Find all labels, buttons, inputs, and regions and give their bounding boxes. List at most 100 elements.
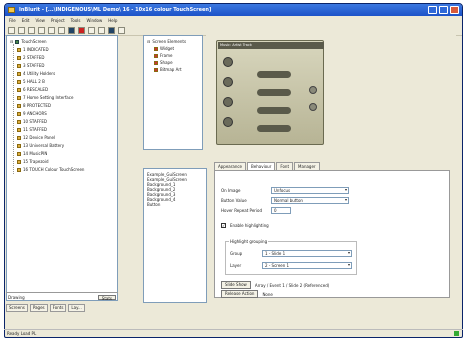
- screen-icon: [17, 103, 21, 108]
- zoom-icon[interactable]: [98, 27, 105, 34]
- layer-dropdown[interactable]: 2 - Screen 1: [262, 262, 352, 269]
- stop-icon[interactable]: [223, 97, 233, 107]
- screen-icon: [17, 87, 21, 92]
- hover-repeat-input[interactable]: 0: [271, 207, 291, 214]
- tree-item[interactable]: 8 PROTECTED: [17, 103, 51, 108]
- tree-item[interactable]: 10 STAFFED: [17, 119, 47, 124]
- record-icon[interactable]: [223, 77, 233, 87]
- layer-item[interactable]: Frame: [154, 53, 172, 58]
- tree-item[interactable]: 6 RESCALED: [17, 87, 48, 92]
- screen-icon: [17, 135, 21, 140]
- layer-item[interactable]: Bitmap Art: [154, 67, 182, 72]
- screen-icon: [17, 63, 21, 68]
- cut-icon[interactable]: [38, 27, 45, 34]
- tree-item[interactable]: 4 Utility Holders: [17, 71, 55, 76]
- maximize-button[interactable]: [439, 6, 448, 14]
- on-image-dropdown[interactable]: Unfocus: [271, 187, 349, 194]
- volume-icon[interactable]: [223, 117, 233, 127]
- menu-window[interactable]: Window: [87, 16, 103, 25]
- stop-icon[interactable]: [78, 27, 85, 34]
- frame-icon: [154, 53, 158, 58]
- tree-item[interactable]: 15 Trapezoid: [17, 159, 49, 164]
- layer-item[interactable]: Widget: [154, 46, 174, 51]
- menu-file[interactable]: File: [9, 16, 16, 25]
- menu-view[interactable]: View: [35, 16, 45, 25]
- tree-item[interactable]: 12 Device Panel: [17, 135, 55, 140]
- bottom-tabs: Screens Pages Fonts Lay...: [6, 304, 136, 312]
- track-slider[interactable]: [257, 71, 291, 78]
- design-canvas[interactable]: Music: Artist Track: [206, 35, 456, 150]
- screen-icon: [17, 79, 21, 84]
- play-icon[interactable]: [223, 57, 233, 67]
- button-value-dropdown[interactable]: Normal button: [271, 197, 349, 204]
- window-title: InBlurit - [...\INDIGENOUS\ML Demo\ 16 -…: [19, 7, 212, 13]
- screen-icon: [17, 151, 21, 156]
- object-list: Example_GuiScreen Example_GuiScreen Back…: [143, 168, 207, 303]
- menu-edit[interactable]: Edit: [22, 16, 30, 25]
- align-icon[interactable]: [88, 27, 95, 34]
- stats-button[interactable]: Stats: [97, 295, 116, 301]
- tree-item[interactable]: 2 STAFFED: [17, 55, 44, 60]
- tab-manager[interactable]: Manager: [294, 162, 320, 170]
- slide-show-button[interactable]: Slide Show: [221, 281, 251, 289]
- tree-item[interactable]: 14 MusicPIN: [17, 151, 47, 156]
- layer-label: Layer: [230, 263, 242, 268]
- round-button[interactable]: [309, 86, 317, 94]
- tree-item[interactable]: 1 INDICATED: [17, 47, 49, 52]
- release-action-button[interactable]: Release Action: [221, 290, 259, 298]
- collapse-icon[interactable]: ⊟: [10, 39, 13, 44]
- menu-project[interactable]: Project: [51, 16, 65, 25]
- minimize-button[interactable]: [428, 6, 437, 14]
- tree-item[interactable]: 5 HALL 2 B: [17, 79, 45, 84]
- tree-item[interactable]: 16 TOUCH Colour TouchScreen: [17, 167, 84, 172]
- hover-repeat-label: Hover Repeat Period: [221, 208, 263, 213]
- copy-icon[interactable]: [48, 27, 55, 34]
- enable-highlighting-row: ✓ Enable highlighting: [221, 223, 269, 228]
- layers-root[interactable]: ⊟ Screen Elements: [147, 39, 186, 44]
- save-icon[interactable]: [28, 27, 35, 34]
- menu-tools[interactable]: Tools: [71, 16, 81, 25]
- screen-icon: [17, 167, 21, 172]
- track-slider[interactable]: [257, 89, 291, 96]
- tree-root[interactable]: ⊟ TouchScreen: [10, 39, 47, 44]
- close-button[interactable]: [450, 6, 459, 14]
- bitmap-icon: [154, 67, 158, 72]
- tab-layers[interactable]: Lay...: [68, 304, 85, 312]
- drawing-label: Drawing: [8, 295, 25, 300]
- build-icon[interactable]: [68, 27, 75, 34]
- screen-icon: [17, 55, 21, 60]
- new-icon[interactable]: [8, 27, 15, 34]
- paste-icon[interactable]: [58, 27, 65, 34]
- highlight-group: Highlight grouping Group 1 - Slide 1 Lay…: [225, 239, 357, 275]
- device-preview[interactable]: Music: Artist Track: [216, 40, 324, 145]
- tab-fonts[interactable]: Fonts: [49, 304, 67, 312]
- list-item[interactable]: Button: [147, 202, 187, 207]
- track-slider[interactable]: [257, 107, 291, 114]
- run-icon[interactable]: [118, 27, 125, 34]
- tab-pages[interactable]: Pages: [29, 304, 48, 312]
- tree-item[interactable]: 11 STAFFED: [17, 127, 47, 132]
- open-icon[interactable]: [18, 27, 25, 34]
- screen-icon: [17, 95, 21, 100]
- tree-item[interactable]: 13 Universal Battery: [17, 143, 64, 148]
- enable-highlighting-checkbox[interactable]: ✓: [221, 223, 226, 228]
- slide-show-row: Slide Show Array / Event 1 / Slide 2 (Re…: [221, 281, 329, 289]
- group-title: Highlight grouping: [229, 239, 269, 244]
- layer-item[interactable]: Shape: [154, 60, 173, 65]
- tab-appearance[interactable]: Appearance: [214, 162, 247, 170]
- tab-screens[interactable]: Screens: [6, 304, 28, 312]
- round-button[interactable]: [309, 103, 317, 111]
- hover-repeat-row: Hover Repeat Period 0: [221, 207, 291, 214]
- app-icon: [8, 7, 15, 13]
- tree-item[interactable]: 3 STAFFED: [17, 63, 44, 68]
- tab-behaviour[interactable]: Behaviour: [247, 162, 276, 170]
- on-image-row: On Image Unfocus: [221, 187, 349, 194]
- collapse-icon[interactable]: ⊟: [147, 39, 150, 44]
- tab-font[interactable]: Font: [276, 162, 294, 170]
- group-dropdown[interactable]: 1 - Slide 1: [262, 250, 352, 257]
- tree-item[interactable]: 9 ANCHORS: [17, 111, 47, 116]
- grid-icon[interactable]: [108, 27, 115, 34]
- menu-help[interactable]: Help: [108, 16, 117, 25]
- tree-item[interactable]: 7 Home Setting Interface: [17, 95, 73, 100]
- track-slider[interactable]: [257, 125, 291, 132]
